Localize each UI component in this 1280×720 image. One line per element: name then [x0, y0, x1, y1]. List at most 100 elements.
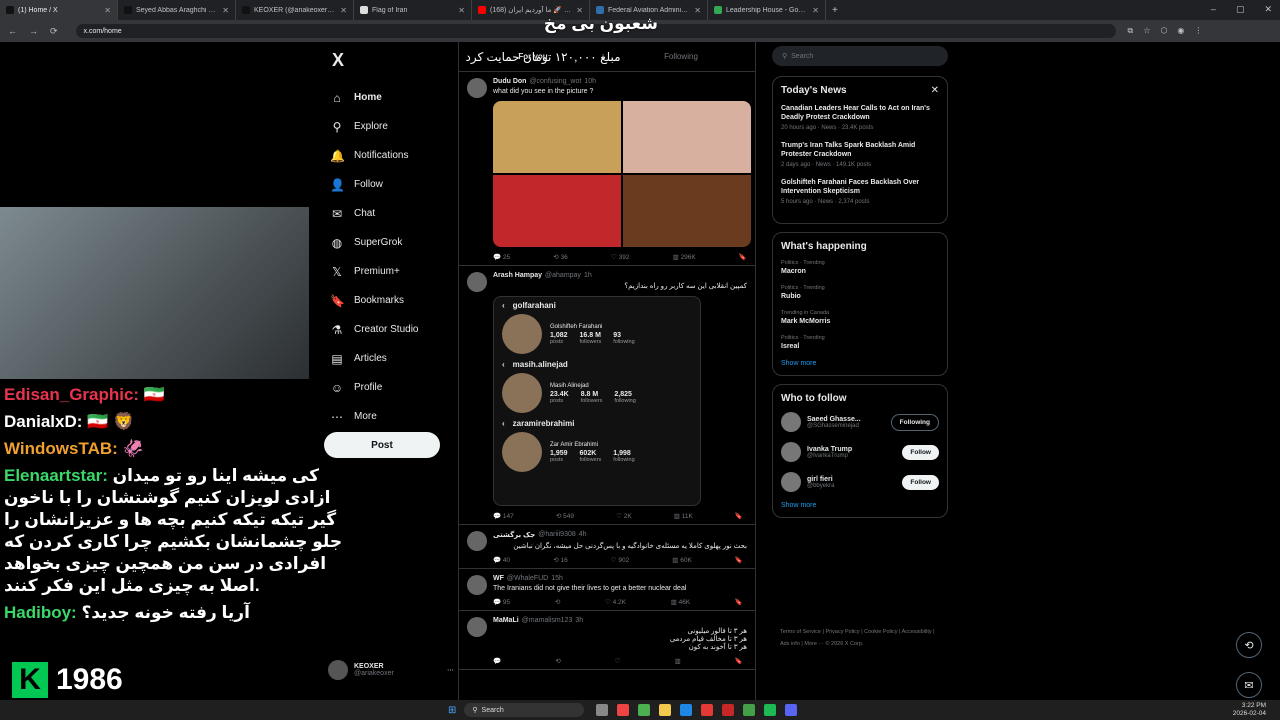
retweet-button[interactable]: ⟲: [555, 657, 560, 665]
bookmark-icon[interactable]: 🔖: [735, 556, 743, 564]
close-tab-icon[interactable]: ✕: [694, 6, 701, 15]
tweet-handle[interactable]: @confusing_wot: [529, 78, 581, 85]
avatar[interactable]: [781, 412, 801, 432]
tweet-media[interactable]: [493, 101, 751, 247]
avatar[interactable]: [781, 472, 801, 492]
close-tab-icon[interactable]: ✕: [340, 6, 347, 15]
news-item[interactable]: Trump's Iran Talks Spark Backlash Amid P…: [781, 141, 939, 168]
tweet-time[interactable]: 10h: [584, 78, 596, 85]
tweet-media[interactable]: ‹ golfarahani Golshifteh Farahani 1,082 post…: [493, 296, 701, 506]
follow-suggestion[interactable]: Ivanka Trump @IvankaTrump Follow: [781, 442, 939, 462]
nav-item-articles[interactable]: ▤ Articles: [324, 344, 454, 373]
views-button[interactable]: ▥: [675, 657, 681, 665]
show-more-link[interactable]: Show more: [781, 360, 939, 367]
grok-icon[interactable]: ⟲: [1236, 632, 1262, 658]
app-icon[interactable]: [743, 704, 756, 716]
reload-icon[interactable]: ⟳: [50, 26, 58, 37]
windows-start-icon[interactable]: ⊞: [448, 705, 456, 716]
x-logo-icon[interactable]: X: [332, 50, 454, 71]
nav-item-notifications[interactable]: 🔔 Notifications: [324, 141, 454, 170]
close-tab-icon[interactable]: ✕: [104, 6, 111, 15]
tweet-author[interactable]: Dudu Don: [493, 78, 526, 85]
tweet[interactable]: MaMaLi @mamalism123 3h هر ۳ تا فالور میلیون…: [459, 611, 755, 670]
retweet-button[interactable]: ⟲ 549: [556, 512, 574, 520]
tweet-handle[interactable]: @mamalism123: [522, 617, 573, 624]
views-button[interactable]: ▥ 296K: [673, 253, 696, 261]
bookmark-icon[interactable]: 🔖: [739, 253, 747, 261]
tweet-handle[interactable]: @ahampay: [545, 272, 581, 279]
browser-tab[interactable]: Seyed Abbas Araghchi on X: "M ✕: [118, 0, 236, 20]
reply-button[interactable]: 💬 147: [493, 512, 514, 520]
trend-item[interactable]: Trending in Canada Mark McMorris: [781, 310, 939, 325]
tweet-time[interactable]: 4h: [579, 531, 587, 539]
nav-item-creator-studio[interactable]: ⚗ Creator Studio: [324, 315, 454, 344]
like-button[interactable]: ♡ 902: [611, 556, 630, 564]
back-icon[interactable]: ←: [8, 26, 17, 37]
tweet-handle[interactable]: @hariii9308: [538, 531, 575, 539]
avatar[interactable]: [467, 575, 487, 595]
follow-button[interactable]: Follow: [902, 444, 939, 460]
minimize-icon[interactable]: –: [1211, 4, 1216, 15]
like-button[interactable]: ♡: [615, 657, 621, 665]
install-icon[interactable]: ⧉: [1128, 26, 1134, 36]
avatar[interactable]: [781, 442, 801, 462]
task-view-icon[interactable]: [596, 704, 609, 716]
chrome-icon[interactable]: [617, 704, 630, 716]
like-button[interactable]: ♡ 392: [611, 253, 630, 261]
browser-tab[interactable]: Leadership House - Google M ✕: [708, 0, 826, 20]
folder-icon[interactable]: [659, 704, 672, 716]
nav-item-supergrok[interactable]: ◍ SuperGrok: [324, 228, 454, 257]
messages-icon[interactable]: ✉: [1236, 672, 1262, 698]
close-window-icon[interactable]: ✕: [1264, 4, 1272, 15]
tweet-time[interactable]: 1h: [584, 272, 592, 279]
footer-links[interactable]: Terms of Service | Privacy Policy | Cook…: [780, 626, 940, 650]
trend-item[interactable]: Politics · Trending Rubio: [781, 285, 939, 300]
nav-item-chat[interactable]: ✉ Chat: [324, 199, 454, 228]
more-icon[interactable]: ⋯: [447, 666, 454, 674]
views-button[interactable]: ▥ 11K: [674, 512, 693, 520]
nav-item-explore[interactable]: ⚲ Explore: [324, 112, 454, 141]
close-icon[interactable]: ✕: [931, 85, 939, 96]
star-icon[interactable]: ☆: [1143, 26, 1150, 36]
search-input[interactable]: ⚲ Search: [772, 46, 948, 66]
follow-suggestion[interactable]: Saeed Ghasse... @SGhasseminejad Following: [781, 412, 939, 432]
nav-item-bookmarks[interactable]: 🔖 Bookmarks: [324, 286, 454, 315]
app-icon[interactable]: [638, 704, 651, 716]
follow-button[interactable]: Follow: [902, 474, 939, 490]
tweet-author[interactable]: Arash Hampay: [493, 272, 542, 279]
views-button[interactable]: ▥ 60K: [672, 556, 692, 564]
news-item[interactable]: Golshifteh Farahani Faces Backlash Over …: [781, 178, 939, 205]
tweet-author[interactable]: WF: [493, 575, 504, 582]
news-item[interactable]: Canadian Leaders Hear Calls to Act on Ir…: [781, 104, 939, 131]
tab-following[interactable]: Following: [607, 42, 755, 71]
retweet-button[interactable]: ⟲ 36: [553, 253, 568, 261]
reply-button[interactable]: 💬 40: [493, 556, 510, 564]
follow-suggestion[interactable]: girl fieri @bbyekra Follow: [781, 472, 939, 492]
retweet-button[interactable]: ⟲ 16: [553, 556, 568, 564]
spotify-icon[interactable]: [764, 704, 777, 716]
account-switcher[interactable]: KEOXER @ariakeoxer ⋯: [328, 660, 454, 680]
reply-button[interactable]: 💬: [493, 657, 501, 665]
avatar[interactable]: [467, 78, 487, 98]
bookmark-icon[interactable]: 🔖: [735, 657, 743, 665]
tweet[interactable]: Dudu Don @confusing_wot 10h what did you se…: [459, 72, 755, 266]
close-tab-icon[interactable]: ✕: [812, 6, 819, 15]
tweet-author[interactable]: MaMaLi: [493, 617, 519, 624]
trend-item[interactable]: Politics · Trending Macron: [781, 260, 939, 275]
avatar[interactable]: [467, 272, 487, 292]
bookmark-icon[interactable]: 🔖: [735, 512, 743, 520]
taskbar-search[interactable]: ⚲ Search: [464, 703, 585, 717]
youtube-icon[interactable]: [701, 704, 714, 716]
maximize-icon[interactable]: ▢: [1236, 4, 1245, 15]
follow-button[interactable]: Following: [890, 413, 939, 431]
avatar[interactable]: [467, 531, 487, 551]
nav-item-follow[interactable]: 👤 Follow: [324, 170, 454, 199]
reply-button[interactable]: 💬 95: [493, 598, 510, 606]
tweet-handle[interactable]: @WhaleFUD: [507, 575, 548, 582]
extensions-icon[interactable]: ⬡: [1160, 26, 1167, 36]
browser-tab[interactable]: Flag of Iran ✕: [354, 0, 472, 20]
tweet[interactable]: Arash Hampay @ahampay 1h کمپین انقلابی این …: [459, 266, 755, 525]
edge-icon[interactable]: [680, 704, 693, 716]
close-tab-icon[interactable]: ✕: [222, 6, 229, 15]
new-tab-button[interactable]: +: [832, 5, 838, 16]
